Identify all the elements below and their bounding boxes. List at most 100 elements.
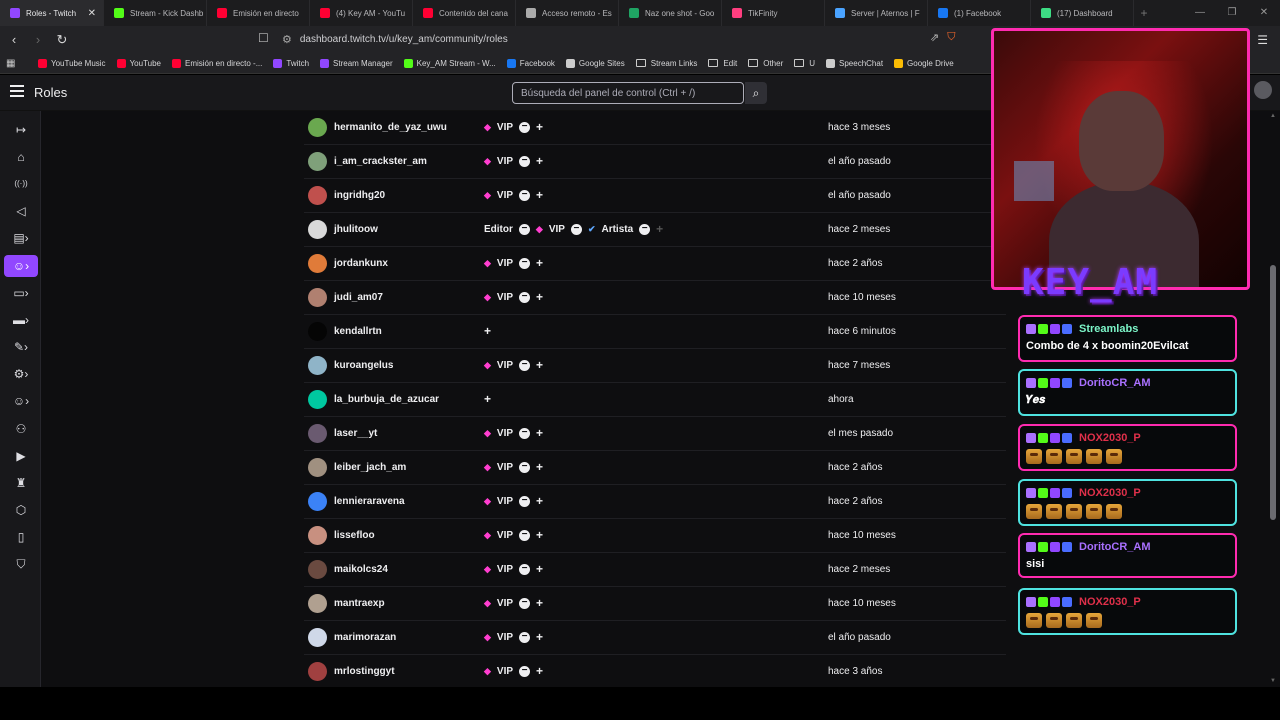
browser-tab[interactable]: (4) Key AM - YouTu <box>310 0 413 26</box>
viewer-rewards-icon[interactable]: ☺› <box>10 390 32 412</box>
new-tab-icon[interactable]: + <box>1134 6 1154 20</box>
bookmark-item[interactable]: U <box>794 59 815 68</box>
bookmark-item[interactable]: YouTube <box>116 58 161 68</box>
bookmark-page-icon[interactable]: ☐ <box>258 31 269 45</box>
add-role-button[interactable]: + <box>536 188 543 202</box>
share-icon[interactable]: ⇗ <box>930 31 939 44</box>
remove-role-button[interactable]: − <box>519 597 531 609</box>
username[interactable]: leiber_jach_am <box>334 462 406 473</box>
remove-role-button[interactable]: − <box>519 461 531 473</box>
username[interactable]: maikolcs24 <box>334 564 388 575</box>
username[interactable]: hermanito_de_yaz_uwu <box>334 122 447 133</box>
add-role-button[interactable]: + <box>536 630 543 644</box>
hamburger-menu-icon[interactable] <box>10 85 24 100</box>
community-icon[interactable]: ☺› <box>4 255 38 277</box>
browser-tab[interactable]: Roles - Twitch ✕ <box>0 0 104 26</box>
add-role-button[interactable]: + <box>536 664 543 678</box>
add-role-button[interactable]: + <box>536 494 543 508</box>
remove-role-button[interactable]: − <box>639 223 651 235</box>
browser-tab[interactable]: Contenido del cana <box>413 0 516 26</box>
remove-role-button[interactable]: − <box>519 121 531 133</box>
username[interactable]: mantraexp <box>334 598 385 609</box>
bookmark-item[interactable]: Facebook <box>506 58 555 68</box>
add-role-button[interactable]: + <box>484 392 491 406</box>
brave-shield-icon[interactable]: ⛉ <box>947 31 955 44</box>
search-icon[interactable]: ⌕ <box>745 82 767 104</box>
scroll-down-arrow[interactable]: ▼ <box>1270 678 1276 684</box>
add-role-button[interactable]: + <box>536 120 543 134</box>
remove-role-button[interactable]: − <box>519 359 531 371</box>
collapse-icon[interactable]: ↦ <box>10 119 32 141</box>
remove-role-button[interactable]: − <box>519 155 531 167</box>
settings-icon[interactable]: ⚙› <box>10 363 32 385</box>
add-role-button[interactable]: + <box>484 324 491 338</box>
remove-role-button[interactable]: − <box>519 665 531 677</box>
remove-role-button[interactable]: − <box>519 529 531 541</box>
bookmark-item[interactable]: Stream Links <box>635 59 697 68</box>
add-role-button[interactable]: + <box>536 256 543 270</box>
monetization-icon[interactable]: ▬› <box>10 309 32 331</box>
url-field[interactable]: ⚙ dashboard.twitch.tv/u/key_am/community… <box>282 30 982 49</box>
analytics-icon[interactable]: ▤› <box>10 227 32 249</box>
maximize-icon[interactable]: ❐ <box>1216 0 1248 26</box>
add-role-button[interactable]: + <box>536 426 543 440</box>
username[interactable]: kuroangelus <box>334 360 393 371</box>
username[interactable]: mrlostinggyt <box>334 666 395 677</box>
username[interactable]: marimorazan <box>334 632 396 643</box>
remove-role-button[interactable]: − <box>519 291 531 303</box>
add-role-button[interactable]: + <box>536 460 543 474</box>
username[interactable]: lissefloo <box>334 530 375 541</box>
remove-role-button[interactable]: − <box>518 223 530 235</box>
username[interactable]: ingridhg20 <box>334 190 385 201</box>
browser-tab[interactable]: TikFinity <box>722 0 825 26</box>
bookmark-item[interactable]: YouTube Music <box>38 58 106 68</box>
add-role-button[interactable]: + <box>536 290 543 304</box>
username[interactable]: judi_am07 <box>334 292 383 303</box>
remove-role-button[interactable]: − <box>519 257 531 269</box>
add-role-button[interactable]: + <box>536 154 543 168</box>
bookmark-item[interactable]: Edit <box>708 59 737 68</box>
add-role-button[interactable]: + <box>536 562 543 576</box>
remove-role-button[interactable]: − <box>519 563 531 575</box>
bookmark-item[interactable]: Google Drive <box>894 58 954 68</box>
minimize-icon[interactable]: — <box>1184 0 1216 26</box>
creator-tools-icon[interactable]: ✎› <box>10 336 32 358</box>
content-icon[interactable]: ▭› <box>10 282 32 304</box>
username[interactable]: jordankunx <box>334 258 388 269</box>
bookmark-item[interactable]: Other <box>748 59 783 68</box>
browser-tab[interactable]: Server | Aternos | F <box>825 0 928 26</box>
browser-tab[interactable]: Emisión en directo <box>207 0 310 26</box>
username[interactable]: jhulitoow <box>334 224 378 235</box>
scroll-up-arrow[interactable]: ▲ <box>1270 113 1276 119</box>
remove-role-button[interactable]: − <box>570 223 582 235</box>
stream-icon[interactable]: ((·)) <box>10 173 32 195</box>
add-user-icon[interactable]: ⚇ <box>10 418 32 440</box>
browser-menu-icon[interactable]: ☰ <box>1257 33 1268 47</box>
username[interactable]: la_burbuja_de_azucar <box>334 394 439 405</box>
remove-role-button[interactable]: − <box>519 631 531 643</box>
home-icon[interactable]: ⌂ <box>10 146 32 168</box>
page-scrollbar[interactable] <box>1270 265 1276 520</box>
bookmark-item[interactable]: SpeechChat <box>826 58 883 68</box>
remove-role-button[interactable]: − <box>519 427 531 439</box>
safety-icon[interactable]: ⛉ <box>10 553 32 575</box>
learn-icon[interactable]: ▯ <box>10 526 32 548</box>
site-settings-icon[interactable]: ⚙ <box>282 33 292 46</box>
add-role-button[interactable]: + <box>536 528 543 542</box>
bookmark-item[interactable]: Stream Manager <box>320 58 393 68</box>
trophy-icon[interactable]: ♜ <box>10 472 32 494</box>
username[interactable]: kendallrtn <box>334 326 382 337</box>
username[interactable]: i_am_crackster_am <box>334 156 427 167</box>
browser-tab[interactable]: (17) Dashboard <box>1031 0 1134 26</box>
video-icon[interactable]: ▶ <box>10 445 32 467</box>
add-role-button[interactable]: + <box>536 358 543 372</box>
avatar[interactable] <box>1254 81 1272 99</box>
search-input[interactable]: Búsqueda del panel de control (Ctrl + /) <box>512 82 744 104</box>
back-icon[interactable]: ‹ <box>4 32 24 47</box>
add-role-button[interactable]: + <box>656 222 663 236</box>
megaphone-icon[interactable]: ◁ <box>10 200 32 222</box>
browser-tab[interactable]: Acceso remoto - Es <box>516 0 619 26</box>
username[interactable]: laser__yt <box>334 428 377 439</box>
bookmark-item[interactable]: Emisión en directo -... <box>172 58 262 68</box>
bookmark-item[interactable]: Key_AM Stream - W... <box>403 58 496 68</box>
